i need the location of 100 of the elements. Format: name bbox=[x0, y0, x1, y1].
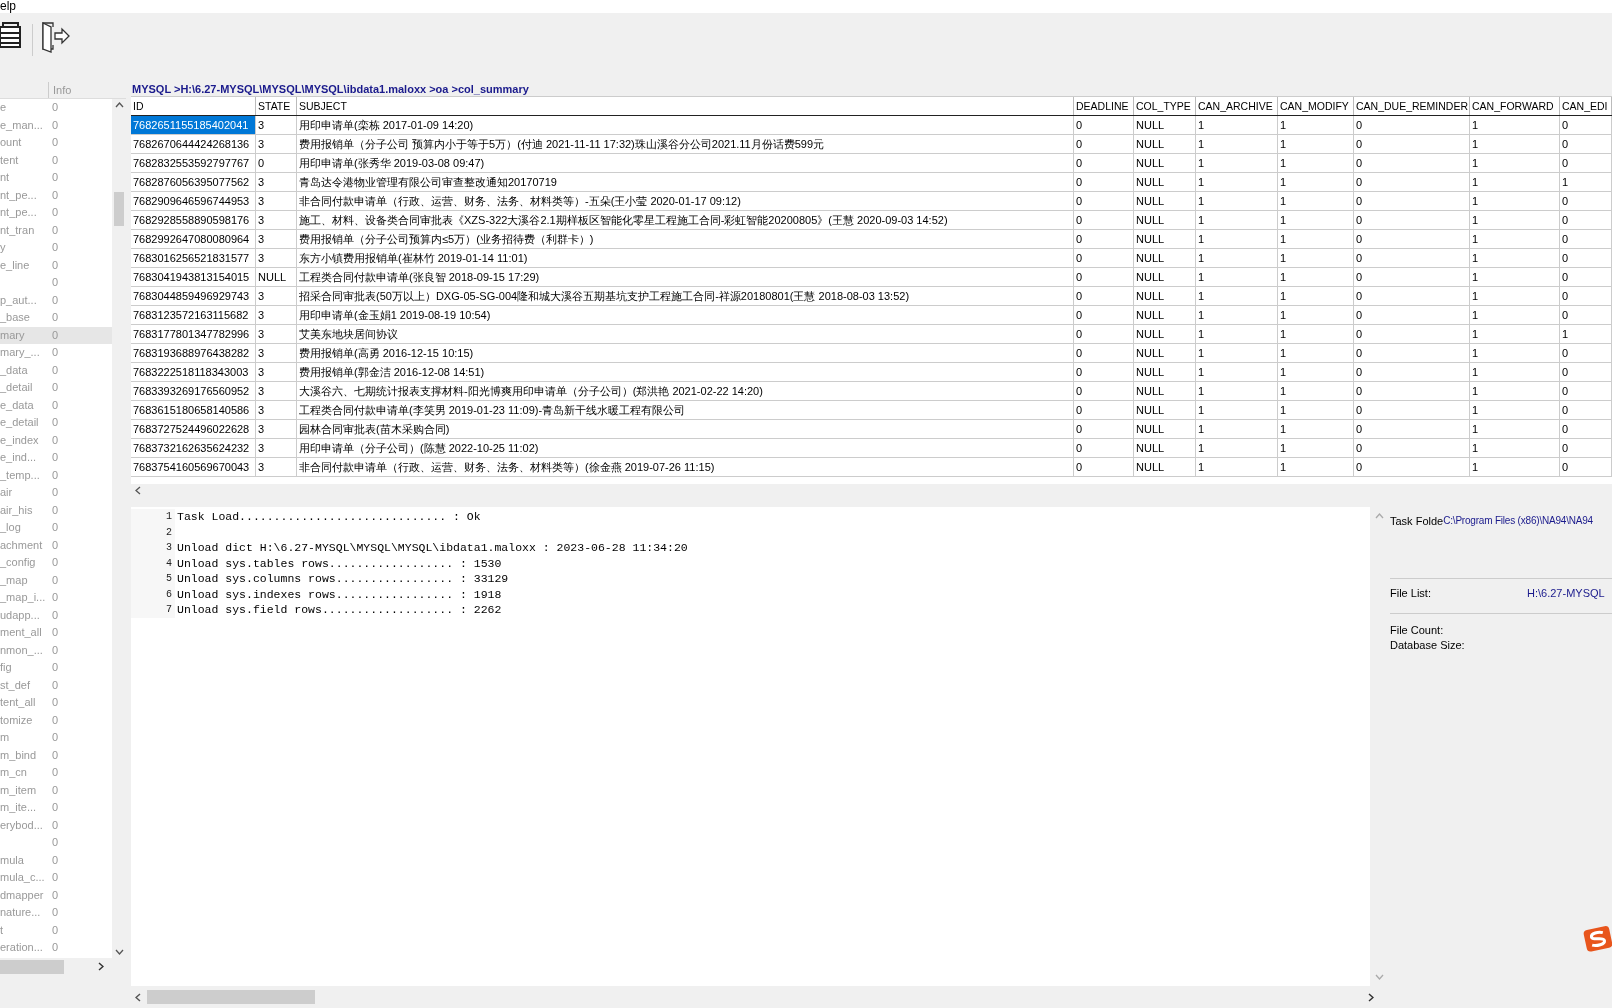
table-row[interactable]: ount 0 bbox=[0, 134, 112, 152]
table-row[interactable]: erybod... 0 bbox=[0, 816, 112, 834]
table-row[interactable]: st_def 0 bbox=[0, 676, 112, 694]
table-cell[interactable]: 7683177801347782996 bbox=[131, 325, 256, 344]
table-row[interactable]: mula 0 bbox=[0, 851, 112, 869]
table-row[interactable]: m_item 0 bbox=[0, 781, 112, 799]
table-row[interactable]: tent 0 bbox=[0, 151, 112, 169]
table-row[interactable]: e_index 0 bbox=[0, 431, 112, 449]
table-row[interactable]: _log 0 bbox=[0, 519, 112, 537]
scrollbar-thumb[interactable] bbox=[114, 191, 124, 226]
scroll-down-icon[interactable] bbox=[114, 949, 124, 955]
table-row[interactable]: mary 0 bbox=[0, 326, 112, 344]
table-row[interactable]: m_bind 0 bbox=[0, 746, 112, 764]
table-row[interactable]: udapp... 0 bbox=[0, 606, 112, 624]
table-row[interactable]: e_detail 0 bbox=[0, 414, 112, 432]
table-cell[interactable]: 7683044859496929743 bbox=[131, 287, 256, 306]
table-row[interactable]: _map 0 bbox=[0, 571, 112, 589]
table-cell[interactable]: 7682832553592797767 bbox=[131, 154, 256, 173]
column-header[interactable]: SUBJECT bbox=[297, 97, 1074, 115]
scrollbar-thumb[interactable] bbox=[147, 990, 315, 1004]
table-row[interactable]: air 0 bbox=[0, 484, 112, 502]
table-cell[interactable]: 7683041943813154015 bbox=[131, 268, 256, 287]
table-cell[interactable]: 7683222518118343003 bbox=[131, 363, 256, 382]
table-row[interactable]: e_man... 0 bbox=[0, 116, 112, 134]
table-row[interactable]: nt_pe... 0 bbox=[0, 204, 112, 222]
scrollbar-thumb[interactable] bbox=[0, 959, 64, 974]
table-cell[interactable]: 7683615180658140586 bbox=[131, 401, 256, 420]
table-row[interactable]: _temp... 0 bbox=[0, 466, 112, 484]
table-row[interactable]: nt 0 bbox=[0, 169, 112, 187]
table-row[interactable]: eration... 0 bbox=[0, 939, 112, 957]
info-value: 0 bbox=[52, 660, 60, 675]
table-row[interactable]: ment_all 0 bbox=[0, 624, 112, 642]
table-cell[interactable]: 7682670644424268136 bbox=[131, 135, 256, 154]
table-cell[interactable]: 7683754160569670043 bbox=[131, 458, 256, 477]
table-cell: 3 bbox=[256, 249, 297, 268]
table-row[interactable]: nmon_... 0 bbox=[0, 641, 112, 659]
scroll-right-icon[interactable] bbox=[98, 962, 104, 971]
table-row[interactable]: 0 bbox=[0, 274, 112, 292]
menu-item[interactable]: elp bbox=[0, 0, 22, 13]
table-cell[interactable]: 7682992647080080964 bbox=[131, 230, 256, 249]
table-cell[interactable]: 7683393269176560952 bbox=[131, 382, 256, 401]
table-row[interactable]: dmapper 0 bbox=[0, 886, 112, 904]
column-header[interactable]: CAN_MODIFY bbox=[1278, 97, 1354, 115]
table-row[interactable]: e_data 0 bbox=[0, 396, 112, 414]
table-row[interactable]: fig 0 bbox=[0, 659, 112, 677]
table-row[interactable]: _detail 0 bbox=[0, 379, 112, 397]
table-cell: 1 bbox=[1196, 135, 1278, 154]
table-row[interactable]: _map_i... 0 bbox=[0, 589, 112, 607]
table-row[interactable]: m_cn 0 bbox=[0, 764, 112, 782]
table-row[interactable]: nt_tran 0 bbox=[0, 221, 112, 239]
table-name: _map_i... bbox=[0, 590, 47, 605]
scroll-right-icon[interactable] bbox=[1368, 992, 1374, 1002]
table-cell: 1 bbox=[1278, 116, 1354, 135]
table-row[interactable]: p_aut... 0 bbox=[0, 291, 112, 309]
column-header[interactable]: Info bbox=[48, 82, 126, 98]
table-cell[interactable]: 7682651155185402041 bbox=[131, 116, 256, 135]
column-header[interactable]: DEADLINE bbox=[1074, 97, 1134, 115]
table-row[interactable]: air_his 0 bbox=[0, 501, 112, 519]
column-header[interactable]: CAN_ARCHIVE bbox=[1196, 97, 1278, 115]
table-cell: 1 bbox=[1470, 344, 1560, 363]
table-row[interactable]: _config 0 bbox=[0, 554, 112, 572]
table-cell: 0 bbox=[1560, 420, 1612, 439]
table-cell[interactable]: 7683732162635624232 bbox=[131, 439, 256, 458]
table-cell[interactable]: 7682909646596744953 bbox=[131, 192, 256, 211]
exit-icon[interactable] bbox=[41, 21, 71, 53]
table-row[interactable]: mula_c... 0 bbox=[0, 869, 112, 887]
column-header[interactable]: ID bbox=[131, 97, 256, 115]
scroll-up-icon[interactable] bbox=[114, 102, 124, 108]
table-cell: 1 bbox=[1196, 116, 1278, 135]
table-row[interactable]: mary_... 0 bbox=[0, 344, 112, 362]
table-row[interactable]: nature... 0 bbox=[0, 904, 112, 922]
table-row[interactable]: t 0 bbox=[0, 921, 112, 939]
table-row[interactable]: e 0 bbox=[0, 99, 112, 117]
table-row[interactable]: e_ind... 0 bbox=[0, 449, 112, 467]
scroll-left-icon[interactable] bbox=[135, 486, 141, 495]
table-row[interactable]: _base 0 bbox=[0, 309, 112, 327]
table-row[interactable]: tent_all 0 bbox=[0, 694, 112, 712]
column-header[interactable]: CAN_DUE_REMINDER bbox=[1354, 97, 1470, 115]
table-row[interactable]: m_ite... 0 bbox=[0, 799, 112, 817]
table-cell: 0 bbox=[1354, 458, 1470, 477]
column-header[interactable]: CAN_FORWARD bbox=[1470, 97, 1560, 115]
column-header[interactable]: CAN_EDI bbox=[1560, 97, 1612, 115]
table-row[interactable]: 0 bbox=[0, 834, 112, 852]
table-cell[interactable]: 7683193688976438282 bbox=[131, 344, 256, 363]
table-row[interactable]: achment 0 bbox=[0, 536, 112, 554]
scroll-left-icon[interactable] bbox=[135, 992, 141, 1002]
table-cell[interactable]: 7683727524496022628 bbox=[131, 420, 256, 439]
table-row[interactable]: tomize 0 bbox=[0, 711, 112, 729]
table-cell[interactable]: 7683016256521831577 bbox=[131, 249, 256, 268]
tray-icon[interactable] bbox=[1583, 925, 1612, 953]
table-row[interactable]: _data 0 bbox=[0, 361, 112, 379]
table-row[interactable]: nt_pe... 0 bbox=[0, 186, 112, 204]
column-header[interactable]: STATE bbox=[256, 97, 297, 115]
table-row[interactable]: y 0 bbox=[0, 239, 112, 257]
table-cell[interactable]: 7682876056395077562 bbox=[131, 173, 256, 192]
table-cell[interactable]: 7683123572163115682 bbox=[131, 306, 256, 325]
table-row[interactable]: m 0 bbox=[0, 729, 112, 747]
table-cell[interactable]: 7682928558890598176 bbox=[131, 211, 256, 230]
table-row[interactable]: e_line 0 bbox=[0, 256, 112, 274]
column-header[interactable]: COL_TYPE bbox=[1134, 97, 1196, 115]
